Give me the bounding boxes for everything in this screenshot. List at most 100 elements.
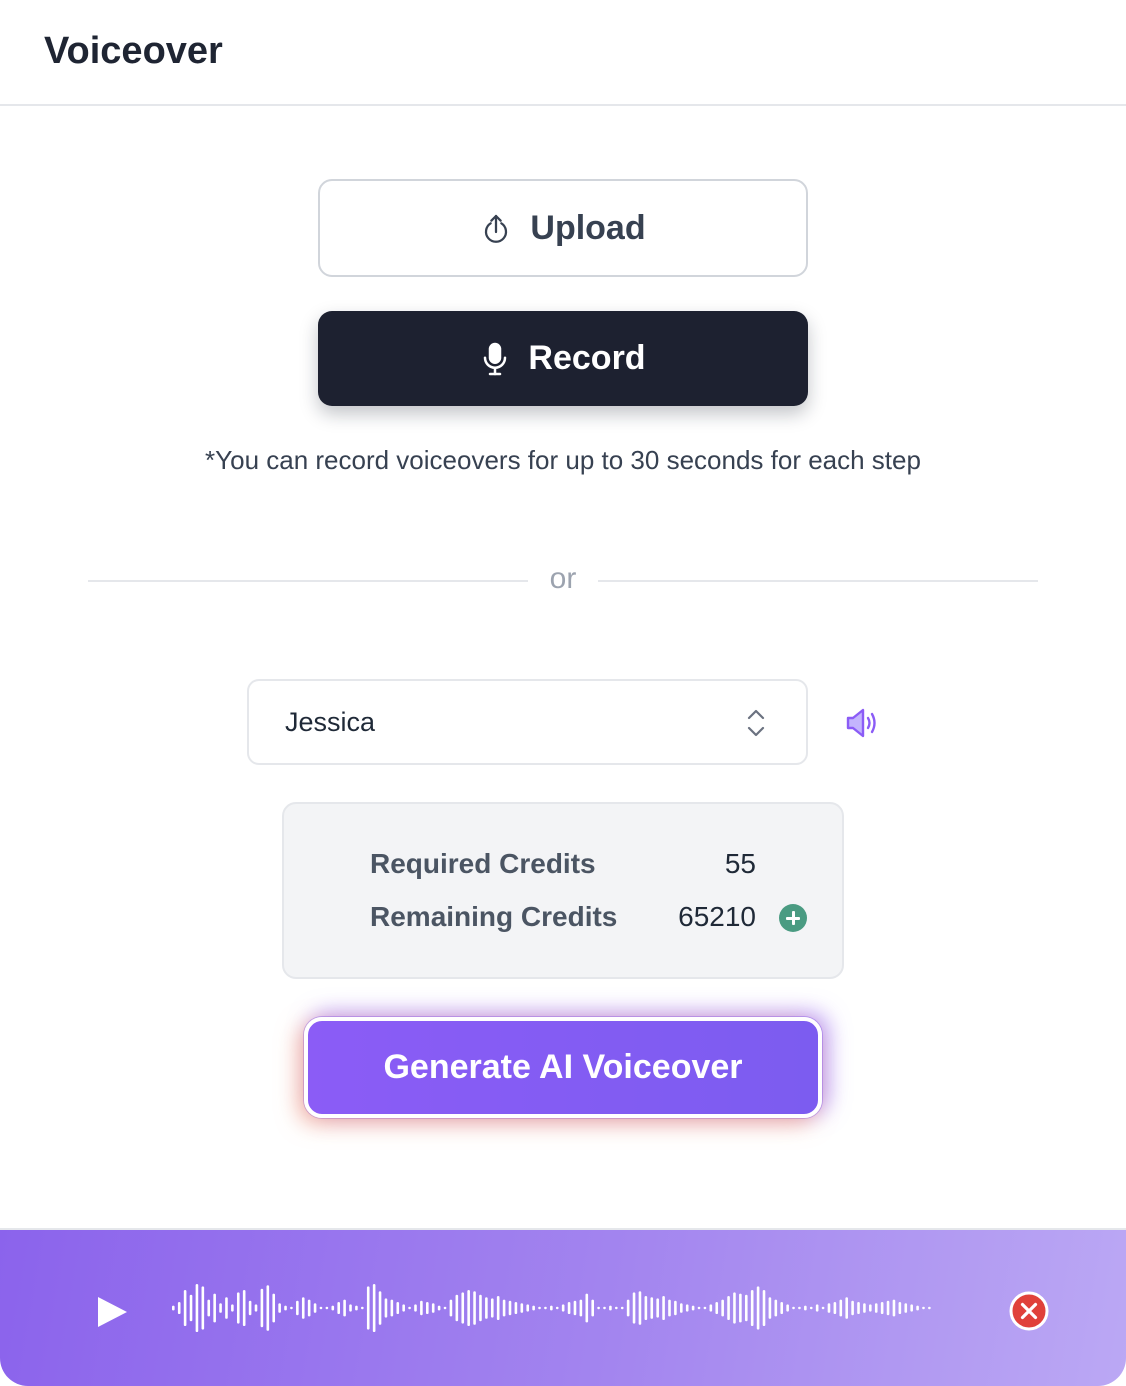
waveform-bar bbox=[266, 1285, 270, 1331]
waveform-bar bbox=[555, 1306, 559, 1310]
divider-or-text: or bbox=[549, 562, 577, 595]
waveform-bar bbox=[532, 1305, 535, 1311]
waveform-bar bbox=[325, 1306, 329, 1310]
waveform-bar bbox=[579, 1299, 583, 1317]
waveform-bar bbox=[597, 1306, 600, 1310]
remaining-credits-value: 65210 bbox=[678, 901, 756, 932]
waveform-bar bbox=[874, 1303, 878, 1313]
waveform-bar bbox=[626, 1299, 630, 1317]
waveform-bar bbox=[319, 1306, 323, 1310]
waveform-bar bbox=[869, 1304, 872, 1312]
record-label: Record bbox=[528, 339, 646, 377]
waveform-bar bbox=[490, 1298, 494, 1318]
waveform-bar bbox=[331, 1305, 335, 1311]
waveform-bar bbox=[396, 1302, 400, 1314]
waveform-bar bbox=[774, 1299, 778, 1317]
waveform-bar bbox=[916, 1305, 919, 1311]
waveform-bar bbox=[378, 1291, 382, 1325]
waveform-bar bbox=[207, 1299, 211, 1317]
upload-icon bbox=[485, 214, 508, 243]
waveform-bar bbox=[225, 1297, 228, 1319]
audio-player bbox=[0, 1228, 1126, 1386]
waveform-bar bbox=[514, 1302, 518, 1314]
waveform-bar bbox=[172, 1305, 175, 1311]
close-circle-icon[interactable] bbox=[1009, 1291, 1049, 1331]
required-credits-value: 55 bbox=[724, 848, 756, 879]
waveform-bar bbox=[744, 1294, 748, 1322]
waveform-bar bbox=[863, 1303, 866, 1313]
upload-button[interactable]: Upload bbox=[318, 179, 808, 277]
waveform-bar bbox=[496, 1296, 500, 1320]
waveform-bar bbox=[780, 1302, 784, 1314]
waveform-bar bbox=[792, 1306, 795, 1310]
record-button[interactable]: Record bbox=[318, 311, 808, 406]
waveform-bar bbox=[567, 1302, 571, 1314]
waveform-bar bbox=[426, 1302, 429, 1314]
waveform-bar bbox=[756, 1286, 760, 1330]
waveform-bar bbox=[851, 1300, 854, 1316]
waveform-bar bbox=[821, 1306, 825, 1310]
waveform-bar bbox=[550, 1305, 553, 1311]
voice-select[interactable]: Jessica bbox=[247, 679, 808, 765]
waveform-bar bbox=[827, 1303, 831, 1313]
waveform-bar bbox=[691, 1305, 695, 1311]
waveform-bar bbox=[437, 1305, 441, 1311]
waveform-bar bbox=[892, 1299, 896, 1317]
generate-label: Generate AI Voiceover bbox=[383, 1048, 743, 1086]
add-credits-icon[interactable] bbox=[779, 904, 807, 932]
generate-voiceover-button[interactable]: Generate AI Voiceover bbox=[304, 1017, 822, 1118]
waveform-bar bbox=[857, 1302, 860, 1314]
play-icon[interactable] bbox=[94, 1294, 130, 1330]
waveform-bar bbox=[573, 1300, 577, 1316]
divider-right bbox=[598, 580, 1038, 582]
waveform-bar bbox=[502, 1299, 506, 1317]
waveform-bar bbox=[213, 1293, 216, 1323]
page-title: Voiceover bbox=[44, 30, 223, 72]
waveform-bar bbox=[768, 1297, 772, 1319]
waveform-bar bbox=[296, 1300, 299, 1316]
waveform-bar bbox=[804, 1305, 807, 1311]
waveform-bar bbox=[372, 1284, 376, 1332]
waveform-bar bbox=[609, 1305, 612, 1311]
waveform-bar bbox=[467, 1290, 470, 1326]
waveform-bar bbox=[833, 1302, 837, 1314]
waveform-bar bbox=[443, 1306, 447, 1310]
waveform-bar bbox=[177, 1302, 181, 1314]
waveform-bar bbox=[479, 1294, 482, 1322]
waveform-bar bbox=[898, 1302, 902, 1314]
waveform-bar bbox=[272, 1293, 276, 1323]
waveform-bar bbox=[703, 1306, 707, 1310]
waveform-bar bbox=[750, 1290, 754, 1326]
waveform-bar bbox=[910, 1304, 913, 1312]
waveform-bar bbox=[236, 1292, 240, 1324]
waveform-bar bbox=[278, 1303, 281, 1313]
waveform-bar bbox=[248, 1300, 252, 1316]
waveform-bar bbox=[402, 1304, 405, 1312]
waveform-bar bbox=[739, 1293, 742, 1323]
waveform-bar bbox=[384, 1298, 388, 1318]
waveform-bar bbox=[638, 1291, 642, 1325]
waveform-bar bbox=[709, 1304, 713, 1312]
waveform-bar bbox=[343, 1299, 346, 1317]
waveform-bar bbox=[674, 1300, 677, 1316]
waveform-bar bbox=[455, 1294, 459, 1322]
waveform-bar bbox=[307, 1299, 311, 1317]
audio-waveform[interactable] bbox=[172, 1270, 934, 1370]
microphone-icon bbox=[484, 342, 507, 375]
waveform-bar bbox=[231, 1304, 234, 1312]
waveform-bar bbox=[656, 1298, 659, 1318]
waveform-bar bbox=[715, 1302, 719, 1314]
waveform-bar bbox=[685, 1304, 689, 1312]
speaker-icon[interactable] bbox=[842, 704, 882, 742]
waveform-bar bbox=[668, 1299, 671, 1317]
waveform-bar bbox=[242, 1290, 246, 1326]
waveform-bar bbox=[786, 1304, 789, 1312]
waveform-bar bbox=[632, 1292, 636, 1324]
waveform-bar bbox=[662, 1296, 665, 1320]
waveform-bar bbox=[254, 1304, 258, 1312]
waveform-bar bbox=[313, 1303, 317, 1313]
waveform-bar bbox=[420, 1300, 423, 1316]
waveform-bar bbox=[201, 1286, 205, 1330]
waveform-bar bbox=[337, 1302, 340, 1314]
chevron-up-down-icon bbox=[747, 709, 765, 737]
